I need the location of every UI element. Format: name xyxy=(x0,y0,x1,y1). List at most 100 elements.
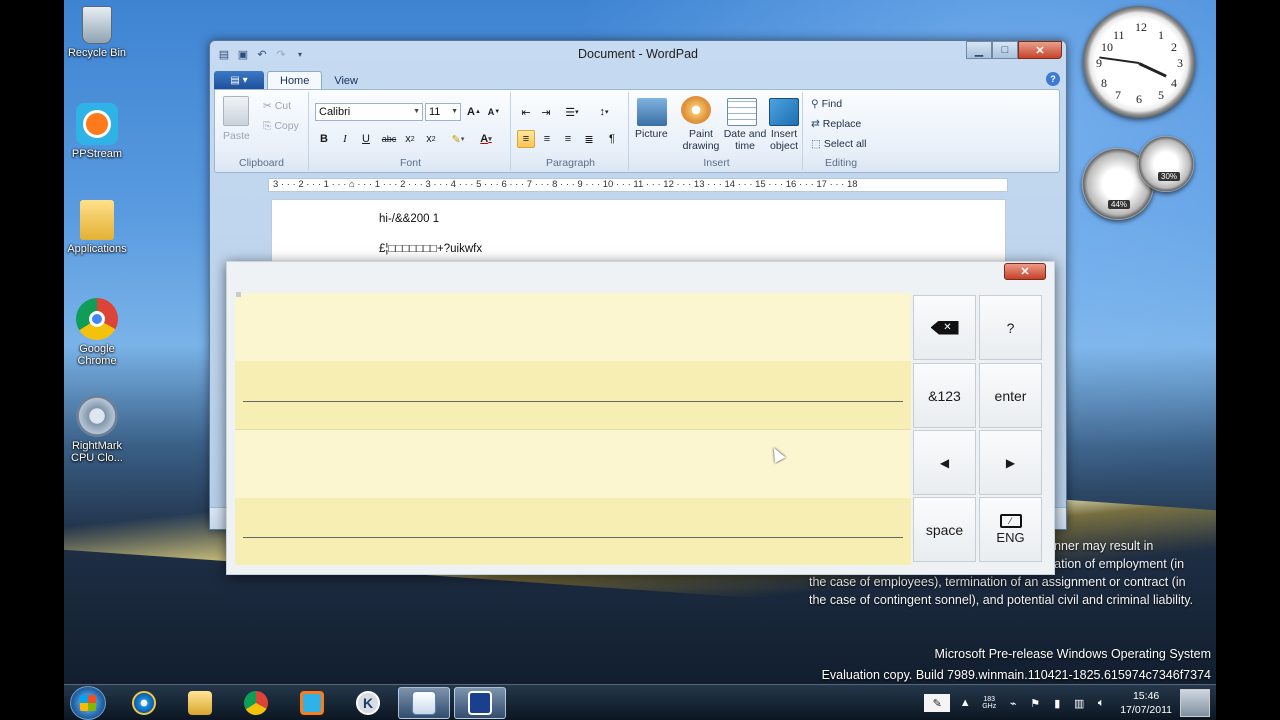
select-all-button[interactable]: ⬚ Select all xyxy=(811,138,866,150)
letterbox-left xyxy=(0,0,64,720)
memory-meter-gadget[interactable]: 30% xyxy=(1138,136,1194,192)
find-button[interactable]: ⚲ Find xyxy=(811,98,842,110)
build-line-1: Microsoft Pre-release Windows Operating … xyxy=(934,647,1211,661)
picture-button[interactable]: Picture xyxy=(635,128,668,140)
tray-time: 15:46 xyxy=(1132,690,1160,702)
align-left-button[interactable]: ≡ xyxy=(517,130,535,148)
decrease-indent-button[interactable]: ⇤ xyxy=(517,103,535,121)
group-paragraph: ⇤ ⇥ ☰ ▾ ↕ ▾ ≡ ≡ ≡ ≣ ¶ Paragraph xyxy=(513,92,629,170)
save-icon[interactable]: ▣ xyxy=(235,46,251,62)
tray-clock[interactable]: 15:46 17/07/2011 xyxy=(1120,689,1172,717)
underline-button[interactable]: U xyxy=(357,130,375,148)
input-panel-icon xyxy=(468,691,492,715)
group-label: Editing xyxy=(824,157,858,169)
increase-indent-button[interactable]: ⇥ xyxy=(537,103,555,121)
keyboard-switch-icon: ⁄ xyxy=(999,514,1022,528)
group-clipboard: Paste ✂ Cut ⎘ Copy Clipboard xyxy=(215,92,309,170)
document-line: hi-/&&200 1 xyxy=(379,213,440,225)
taskbar-k-app[interactable]: K xyxy=(342,687,394,719)
action-center-icon[interactable]: ⚑ xyxy=(1028,696,1042,710)
application-menu-button[interactable]: ▤ ▾ xyxy=(214,71,264,90)
superscript-button[interactable]: x2 xyxy=(422,130,440,148)
input-keypad: ✕ ? &123 enter ◀ ▶ space ⁄ ENG xyxy=(913,295,1043,563)
picture-icon xyxy=(637,98,667,126)
highlight-color-button[interactable]: ✎ ▾ xyxy=(445,130,471,148)
volume-icon[interactable]: 🔈︎ xyxy=(1094,696,1108,710)
desktop-icon-applications[interactable]: Applications xyxy=(64,200,132,255)
writing-pad[interactable] xyxy=(235,293,911,565)
watermark-line: mination of employment (in xyxy=(1034,557,1185,571)
undo-icon[interactable]: ↶ xyxy=(254,46,270,62)
taskbar-input-panel[interactable] xyxy=(454,687,506,719)
tab-home[interactable]: Home xyxy=(267,71,323,90)
strikethrough-button[interactable]: abc xyxy=(378,130,400,148)
desktop-icon-label: Google Chrome xyxy=(77,343,117,367)
desktop-icon-rightmark[interactable]: RightMark CPU Clo... xyxy=(64,395,132,464)
paint-drawing-button[interactable]: Paint drawing xyxy=(681,128,721,152)
space-key[interactable]: space xyxy=(913,497,976,562)
taskbar-ppstream[interactable] xyxy=(286,687,338,719)
copy-button[interactable]: ⎘ Copy xyxy=(263,120,299,132)
question-mark-key[interactable]: ? xyxy=(979,295,1042,360)
symbols-key[interactable]: &123 xyxy=(913,363,976,428)
taskbar-chrome[interactable] xyxy=(230,687,282,719)
redo-icon[interactable]: ↷ xyxy=(273,46,289,62)
usb-icon[interactable]: ⌁ xyxy=(1006,696,1020,710)
binoculars-icon: ⚲ xyxy=(811,98,819,110)
cut-button[interactable]: ✂ Cut xyxy=(263,100,291,112)
font-color-button[interactable]: A ▾ xyxy=(473,130,499,148)
show-desktop-button[interactable] xyxy=(1180,689,1210,717)
power-icon[interactable]: ▮ xyxy=(1050,696,1064,710)
align-right-button[interactable]: ≡ xyxy=(559,130,577,148)
desktop-icon-ppstream[interactable]: PPStream xyxy=(64,103,132,160)
italic-button[interactable]: I xyxy=(336,130,354,148)
rightmark-icon xyxy=(76,395,118,437)
taskbar-windows-explorer[interactable] xyxy=(174,687,226,719)
font-size-select[interactable]: 11 ▼ xyxy=(425,103,461,121)
subscript-button[interactable]: x2 xyxy=(401,130,419,148)
pen-input-icon[interactable]: ✎ xyxy=(924,694,951,712)
window-controls: ▁ □ ✕ xyxy=(966,41,1062,59)
ruler[interactable]: 3 · · · 2 · · · 1 · · · ⌂ · · · 1 · · · … xyxy=(268,178,1008,192)
customize-qat-icon[interactable]: ▾ xyxy=(292,46,308,62)
help-icon[interactable]: ? xyxy=(1046,72,1060,86)
bold-button[interactable]: B xyxy=(315,130,333,148)
close-button[interactable]: ✕ xyxy=(1018,41,1062,59)
replace-button[interactable]: ⇄ Replace xyxy=(811,118,861,130)
chrome-icon xyxy=(244,691,268,715)
language-key[interactable]: ⁄ ENG xyxy=(979,497,1042,562)
paragraph-settings-button[interactable]: ¶ xyxy=(603,130,621,148)
desktop-icon-label: Recycle Bin xyxy=(67,47,127,59)
font-family-select[interactable]: Calibri ▼ xyxy=(315,103,423,121)
insert-object-button[interactable]: Insert object xyxy=(767,128,801,152)
minimize-button[interactable]: ▁ xyxy=(966,41,992,59)
paste-button[interactable]: Paste xyxy=(223,130,250,142)
show-hidden-icons-icon[interactable]: ▲ xyxy=(958,696,972,710)
cpu-frequency-icon[interactable]: 183 GHz xyxy=(980,696,998,710)
backspace-key[interactable]: ✕ xyxy=(913,295,976,360)
handwriting-input-panel: ✕ ✕ ? &123 enter ◀ ▶ space ⁄ ENG xyxy=(226,261,1055,575)
ppstream-icon xyxy=(300,691,324,715)
maximize-button[interactable]: □ xyxy=(992,41,1018,59)
shrink-font-button[interactable]: A ▼ xyxy=(485,103,503,121)
align-center-button[interactable]: ≡ xyxy=(538,130,556,148)
list-button[interactable]: ☰ ▾ xyxy=(559,103,585,121)
insert-object-icon xyxy=(769,98,799,126)
start-button[interactable] xyxy=(70,686,106,720)
right-arrow-key[interactable]: ▶ xyxy=(979,430,1042,495)
desktop-icon-google-chrome[interactable]: Google Chrome xyxy=(64,298,132,367)
date-time-icon xyxy=(727,98,757,126)
line-spacing-button[interactable]: ↕ ▾ xyxy=(591,103,617,121)
grow-font-button[interactable]: A ▲ xyxy=(465,103,483,121)
taskbar-wordpad[interactable] xyxy=(398,687,450,719)
network-icon[interactable]: ▥ xyxy=(1072,696,1086,710)
taskbar-internet-explorer[interactable] xyxy=(118,687,170,719)
clock-gadget[interactable]: 12 3 6 9 1 2 4 5 7 8 10 11 xyxy=(1083,6,1195,118)
left-arrow-key[interactable]: ◀ xyxy=(913,430,976,495)
desktop-icon-recycle-bin[interactable]: Recycle Bin xyxy=(64,6,132,59)
enter-key[interactable]: enter xyxy=(979,363,1042,428)
justify-button[interactable]: ≣ xyxy=(580,130,598,148)
input-panel-close-button[interactable]: ✕ xyxy=(1004,263,1046,280)
date-time-button[interactable]: Date and time xyxy=(723,128,767,152)
tab-view[interactable]: View xyxy=(322,71,370,90)
